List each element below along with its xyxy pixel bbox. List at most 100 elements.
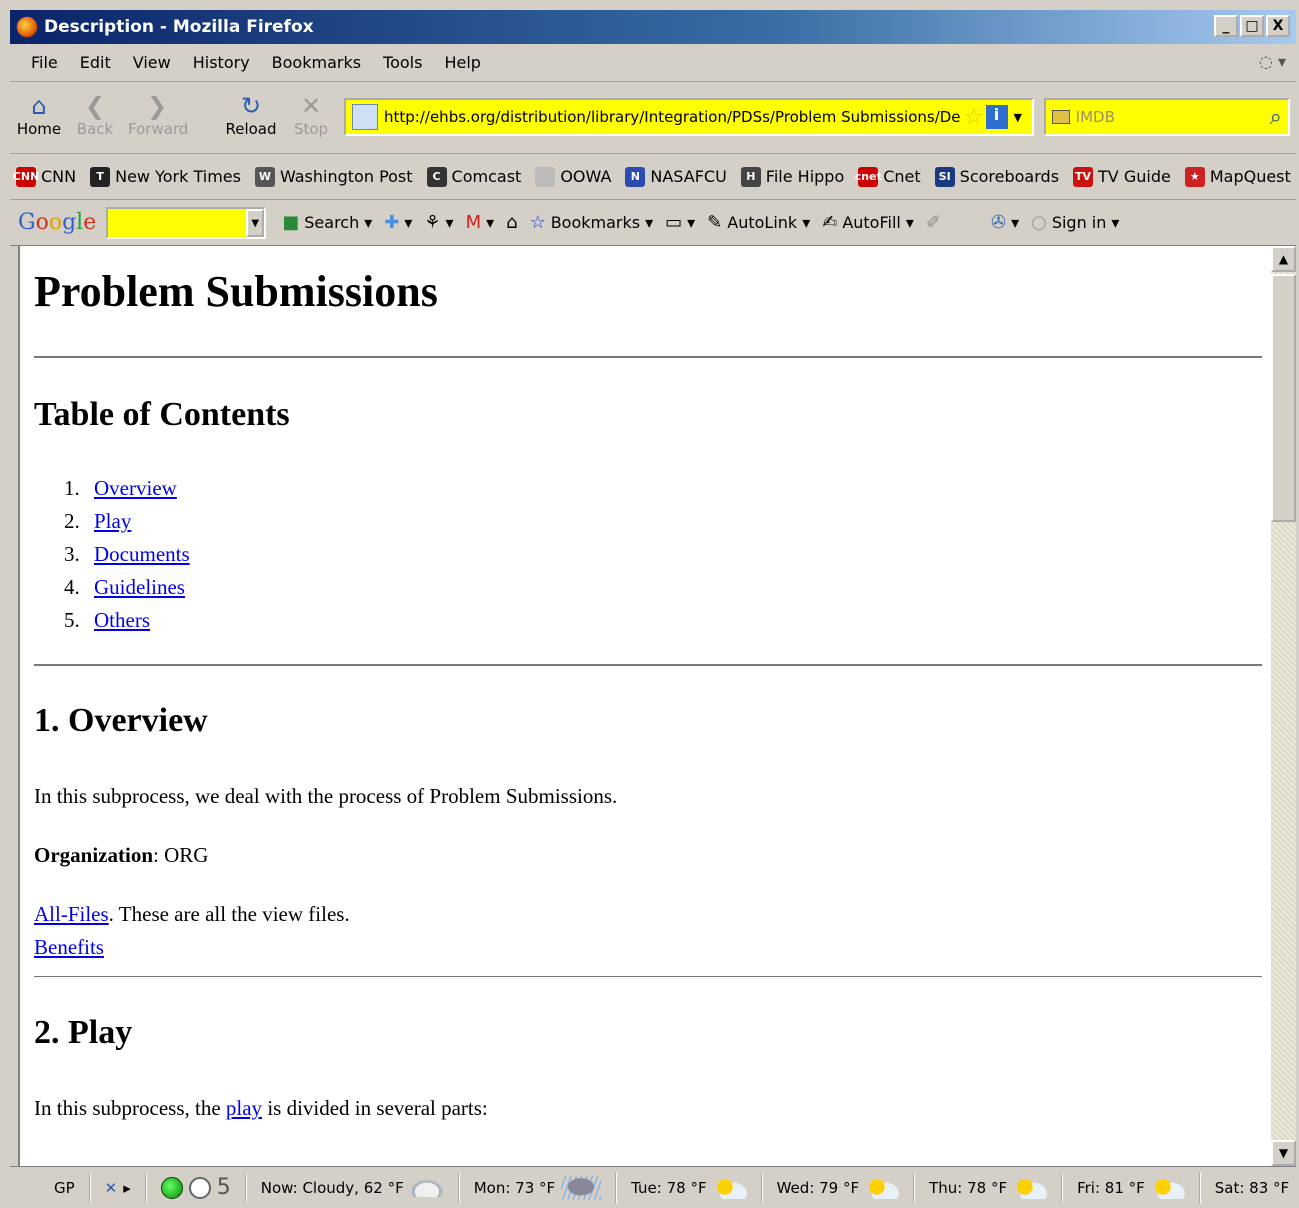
user-circle-icon: ○: [1031, 212, 1047, 233]
bookmark-label: Comcast: [451, 167, 522, 186]
divider: [34, 664, 1262, 666]
gmail-icon: M: [465, 212, 482, 233]
pagerank-button[interactable]: ⚘ ▾: [424, 212, 453, 233]
toc-link-guidelines[interactable]: Guidelines: [94, 575, 185, 599]
forecast-day[interactable]: Mon: 73 °F: [460, 1172, 618, 1203]
close-button[interactable]: X: [1266, 15, 1290, 37]
bookmark-scoreboards[interactable]: SI Scoreboards: [934, 166, 1059, 187]
settings-wrench-button[interactable]: ✇ ▾: [991, 212, 1019, 233]
search-box[interactable]: ⌕: [1044, 98, 1290, 136]
home-button[interactable]: ⌂ Home: [10, 92, 68, 138]
scroll-thumb[interactable]: [1271, 274, 1296, 522]
scroll-up-button[interactable]: ▲: [1271, 246, 1296, 272]
google-bookmarks-button[interactable]: ☆ Bookmarks ▾: [530, 212, 654, 233]
forecast-day[interactable]: Fri: 81 °F: [1063, 1172, 1201, 1203]
bookmark-nasafcu[interactable]: N NASAFCU: [625, 166, 727, 187]
page-icon: [535, 166, 556, 187]
tvguide-icon: TV: [1073, 166, 1094, 187]
menu-bookmarks[interactable]: Bookmarks: [261, 53, 372, 72]
pencil-button[interactable]: ✐: [926, 212, 941, 233]
forecast-day[interactable]: Wed: 79 °F: [763, 1172, 916, 1203]
bookmark-comcast[interactable]: C Comcast: [426, 166, 522, 187]
green-status-icon[interactable]: [160, 1176, 183, 1199]
toc-link-play[interactable]: Play: [94, 509, 131, 533]
addon-button[interactable]: ✕ ▸: [91, 1172, 147, 1203]
bookmark-oowa[interactable]: OOWA: [535, 166, 611, 187]
highlight-button[interactable]: ▭ ▾: [665, 212, 695, 233]
minimize-button[interactable]: _: [1214, 15, 1238, 37]
autofill-button[interactable]: ✍ AutoFill ▾: [822, 212, 914, 233]
google-g-icon: ■: [282, 212, 300, 233]
menu-history[interactable]: History: [182, 53, 261, 72]
divider: [34, 976, 1262, 977]
toc-item: 5. Others: [64, 608, 150, 632]
search-input[interactable]: [1075, 108, 1270, 126]
vertical-scrollbar[interactable]: ▲ ▼: [1271, 246, 1296, 1166]
stop-button[interactable]: ✕ Stop: [282, 92, 340, 138]
sign-in-button[interactable]: ○ Sign in ▾: [1031, 212, 1119, 233]
forecast-label: Thu: 78 °F: [929, 1178, 1008, 1197]
benefits-link[interactable]: Benefits: [34, 935, 104, 959]
gmail-button[interactable]: M ▾: [466, 212, 495, 233]
bookmark-mapquest[interactable]: ★ MapQuest: [1184, 166, 1291, 187]
toc-heading: Table of Contents: [34, 396, 290, 433]
maximize-button[interactable]: □: [1240, 15, 1264, 37]
all-files-link[interactable]: All-Files: [34, 902, 109, 926]
site-identity-icon[interactable]: [352, 104, 378, 130]
autolink-label: AutoLink: [727, 213, 798, 232]
home-icon: ⌂: [31, 92, 47, 120]
toc-link-documents[interactable]: Documents: [94, 542, 190, 566]
toc-link-overview[interactable]: Overview: [94, 476, 177, 500]
bookmark-label: File Hippo: [765, 167, 845, 186]
gp-badge[interactable]: GP: [40, 1172, 91, 1203]
bookmark-washington-post[interactable]: W Washington Post: [254, 166, 413, 187]
comcast-icon: C: [426, 166, 447, 187]
forecast-day[interactable]: Thu: 78 °F: [915, 1172, 1064, 1203]
autolink-button[interactable]: ✎ AutoLink ▾: [707, 212, 810, 233]
back-button[interactable]: ❮ Back: [66, 92, 124, 138]
weather-now[interactable]: Now: Cloudy, 62 °F: [247, 1172, 460, 1203]
nyt-icon: T: [90, 166, 111, 187]
bookmark-label: Washington Post: [279, 167, 413, 186]
info-icon[interactable]: i: [985, 105, 1008, 129]
building-icon: ⌂: [506, 212, 518, 233]
forecast-day[interactable]: Tue: 78 °F: [617, 1172, 763, 1203]
toc-link-others[interactable]: Others: [94, 608, 150, 632]
menu-file[interactable]: File: [20, 53, 69, 72]
menu-bar: File Edit View History Bookmarks Tools H…: [10, 44, 1296, 82]
bookmark-cnn[interactable]: CNN CNN: [13, 166, 76, 187]
google-plus-button[interactable]: ✚ ▾: [384, 212, 412, 233]
search-magnifier-icon[interactable]: ⌕: [1270, 105, 1282, 130]
menu-edit[interactable]: Edit: [69, 53, 122, 72]
weather-forecast: Mon: 73 °F Tue: 78 °F Wed: 79 °F Thu: 78 °F…: [460, 1172, 1299, 1203]
stop-icon: ✕: [300, 92, 322, 120]
menu-help[interactable]: Help: [433, 53, 491, 72]
reload-button[interactable]: ↻ Reload: [222, 92, 280, 138]
url-dropdown-icon[interactable]: ▼: [1014, 111, 1022, 124]
play-intro: In this subprocess, the play is divided …: [34, 1096, 488, 1120]
forecast-day[interactable]: Sat: 83 °F: [1201, 1173, 1299, 1203]
google-search-button[interactable]: ■ Search ▾: [282, 212, 372, 233]
imdb-engine-icon[interactable]: [1052, 110, 1070, 124]
scroll-down-button[interactable]: ▼: [1271, 1140, 1296, 1166]
url-bar[interactable]: http://ehbs.org/distribution/library/Int…: [344, 98, 1034, 136]
bookmark-star-icon[interactable]: ☆: [964, 105, 984, 130]
bookmark-file-hippo[interactable]: H File Hippo: [740, 166, 845, 187]
play-link[interactable]: play: [226, 1096, 262, 1120]
google-search-input[interactable]: ▼: [106, 206, 267, 239]
bookmark-label: TV Guide: [1098, 167, 1171, 186]
bookmark-tv-guide[interactable]: TV TV Guide: [1073, 166, 1171, 187]
bookmark-new-york-times[interactable]: T New York Times: [90, 166, 241, 187]
google-logo: Google: [18, 210, 97, 235]
menu-tools[interactable]: Tools: [372, 53, 433, 72]
forward-button[interactable]: ❯ Forward: [128, 92, 188, 138]
bookmark-label: Cnet: [883, 167, 921, 186]
google-search-dropdown-icon[interactable]: ▼: [246, 208, 265, 237]
overview-intro: In this subprocess, we deal with the pro…: [34, 784, 618, 808]
clock-icon[interactable]: [188, 1176, 211, 1199]
url-text[interactable]: http://ehbs.org/distribution/library/Int…: [384, 108, 962, 126]
sun-icon: [1150, 1176, 1185, 1199]
google-home-button[interactable]: ⌂: [506, 212, 517, 233]
menu-view[interactable]: View: [122, 53, 182, 72]
bookmark-cnet[interactable]: cnet Cnet: [855, 166, 921, 187]
